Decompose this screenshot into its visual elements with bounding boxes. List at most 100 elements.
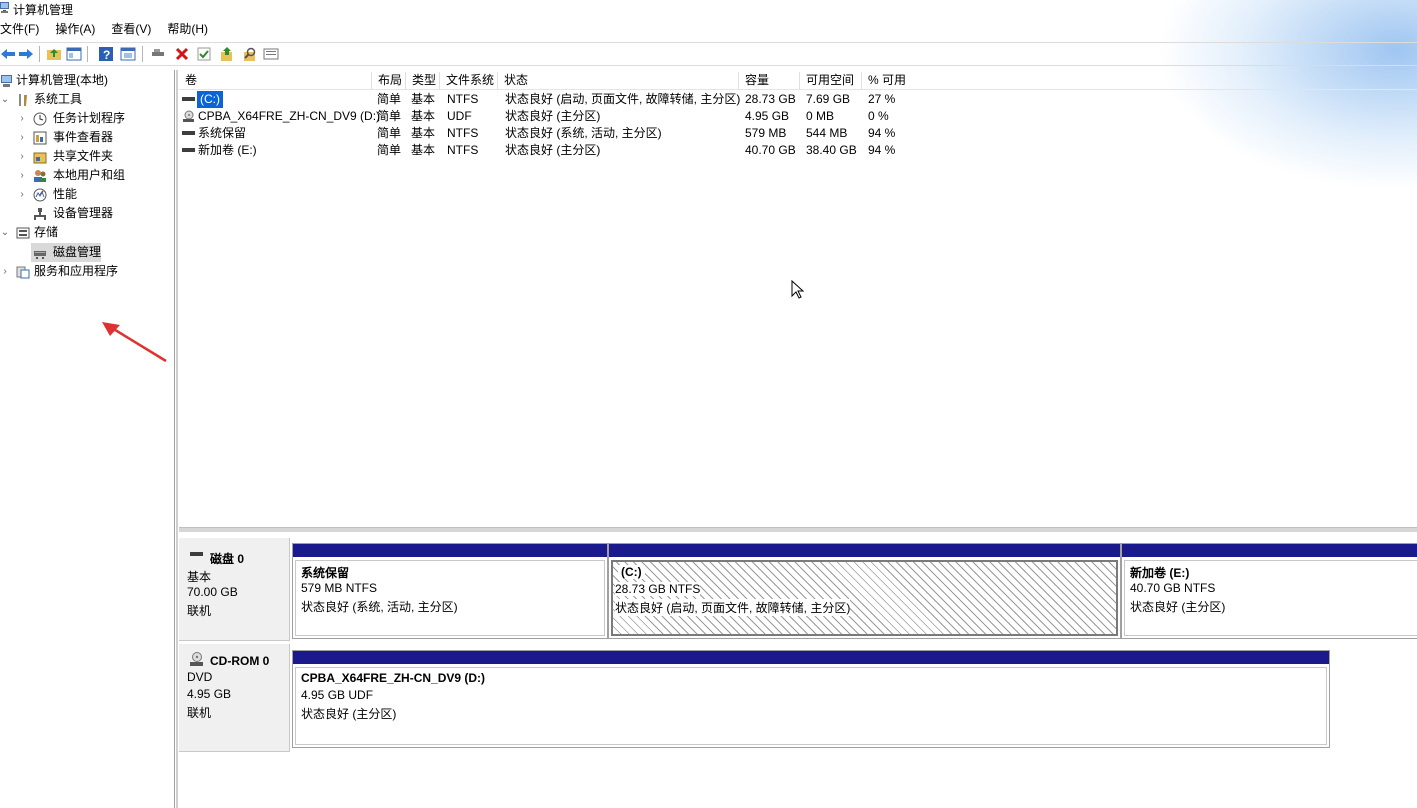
partition-name: CPBA_X64FRE_ZH-CN_DV9 (D:) <box>301 671 486 685</box>
volume-icon <box>182 131 195 135</box>
partition-c[interactable]: (C:) 28.73 GB NTFS 状态良好 (启动, 页面文件, 故障转储,… <box>608 543 1121 639</box>
cell-pct-free: 94 % <box>868 143 896 157</box>
mouse-cursor-icon <box>791 280 805 299</box>
system-tools-icon <box>19 94 27 106</box>
chevron-down-icon[interactable]: ⌄ <box>0 90 10 109</box>
partition-status: 状态良好 (主分区) <box>1130 600 1226 614</box>
chevron-right-icon[interactable]: › <box>17 147 27 166</box>
menu-help[interactable]: 帮助(H) <box>167 20 216 38</box>
toolbar-separator <box>142 46 143 62</box>
show-hide-tree-icon[interactable] <box>66 46 82 62</box>
services-apps-icon <box>16 266 30 279</box>
cell-capacity: 4.95 GB <box>745 109 790 123</box>
pane-divider[interactable] <box>176 70 178 808</box>
volume-icon <box>182 148 195 152</box>
disk-0-label[interactable]: 磁盘 0 基本 70.00 GB 联机 <box>179 538 290 641</box>
column-header-status[interactable]: 状态 <box>498 72 739 89</box>
partition-e[interactable]: 新加卷 (E:) 40.70 GB NTFS 状态良好 (主分区) <box>1121 543 1417 639</box>
cell-volume: (C:) <box>197 91 223 108</box>
table-row[interactable]: 系统保留 简单 基本 NTFS 状态良好 (系统, 活动, 主分区) 579 M… <box>179 125 1417 142</box>
cell-fs: UDF <box>447 109 472 123</box>
tree-label: 性能 <box>53 187 78 201</box>
cell-status: 状态良好 (主分区) <box>505 109 601 123</box>
properties-window-icon[interactable] <box>120 46 136 62</box>
partition-body: CPBA_X64FRE_ZH-CN_DV9 (D:) 4.95 GB UDF 状… <box>295 667 1327 745</box>
search-icon[interactable] <box>242 46 258 62</box>
cell-layout: 简单 <box>377 92 402 106</box>
up-folder-icon[interactable] <box>46 46 62 62</box>
disk-kind: 基本 <box>187 570 212 584</box>
toolbar-separator <box>87 46 88 62</box>
table-row[interactable]: CPBA_X64FRE_ZH-CN_DV9 (D:) 简单 基本 UDF 状态良… <box>179 108 1417 125</box>
partition-body: 系统保留 579 MB NTFS 状态良好 (系统, 活动, 主分区) <box>295 560 605 636</box>
storage-icon <box>16 227 30 239</box>
volume-icon <box>182 97 195 101</box>
column-header-layout[interactable]: 布局 <box>372 72 406 89</box>
tree-label: 共享文件夹 <box>53 149 114 163</box>
chevron-right-icon[interactable]: › <box>17 109 27 128</box>
list-view-icon[interactable] <box>263 46 279 62</box>
list-header: 卷 布局 类型 文件系统 状态 容量 可用空间 % 可用 <box>179 72 1417 90</box>
chevron-right-icon[interactable]: › <box>0 262 10 281</box>
navigation-tree: 计算机管理(本地) ⌄ 系统工具 › 任务计划程序 › 事件查看器 › 共享文件… <box>0 70 175 808</box>
cell-layout: 简单 <box>377 143 402 157</box>
event-viewer-icon <box>33 131 47 145</box>
shared-folder-icon <box>33 152 47 164</box>
column-header-type[interactable]: 类型 <box>406 72 440 89</box>
menu-view[interactable]: 查看(V) <box>111 20 159 38</box>
column-header-fs[interactable]: 文件系统 <box>440 72 498 89</box>
cell-status: 状态良好 (启动, 页面文件, 故障转储, 主分区) <box>505 92 741 106</box>
disk-title: 磁盘 0 <box>210 552 245 566</box>
column-header-volume[interactable]: 卷 <box>179 72 372 89</box>
cell-pct-free: 27 % <box>868 92 896 106</box>
disk-management-icon <box>34 251 46 259</box>
tree-label: 服务和应用程序 <box>34 264 119 278</box>
chevron-down-icon[interactable]: ⌄ <box>0 223 10 242</box>
cell-layout: 简单 <box>377 109 402 123</box>
export-icon[interactable] <box>219 46 235 62</box>
toolbar-separator <box>39 46 40 62</box>
chevron-right-icon[interactable]: › <box>17 185 27 204</box>
cell-type: 基本 <box>411 92 436 106</box>
chevron-right-icon[interactable]: › <box>17 128 27 147</box>
tree-label: 计算机管理(本地) <box>16 73 108 87</box>
delete-icon[interactable] <box>174 46 190 62</box>
computer-icon <box>1 75 12 87</box>
back-icon[interactable] <box>0 46 16 62</box>
cell-type: 基本 <box>411 126 436 140</box>
computer-management-icon <box>0 2 9 13</box>
column-header-pct-free[interactable]: % 可用 <box>862 72 922 89</box>
menu-file[interactable]: 文件(F) <box>0 20 47 38</box>
tree-item-disk-management[interactable]: 磁盘管理 <box>31 243 101 262</box>
disk-state: 联机 <box>187 604 212 618</box>
clock-icon <box>33 112 47 126</box>
cell-free: 38.40 GB <box>806 143 857 157</box>
column-header-free[interactable]: 可用空间 <box>800 72 862 89</box>
tree-label: 任务计划程序 <box>53 111 126 125</box>
table-row[interactable]: (C:) 简单 基本 NTFS 状态良好 (启动, 页面文件, 故障转储, 主分… <box>179 91 1417 108</box>
menu-action[interactable]: 操作(A) <box>55 20 103 38</box>
disk-size: 70.00 GB <box>187 585 238 599</box>
chevron-right-icon[interactable]: › <box>17 166 27 185</box>
partition-body: 新加卷 (E:) 40.70 GB NTFS 状态良好 (主分区) <box>1124 560 1417 636</box>
connect-drive-icon[interactable] <box>150 46 166 62</box>
partition-system-reserved[interactable]: 系统保留 579 MB NTFS 状态良好 (系统, 活动, 主分区) <box>292 543 608 639</box>
cell-layout: 简单 <box>377 126 402 140</box>
table-row[interactable]: 新加卷 (E:) 简单 基本 NTFS 状态良好 (主分区) 40.70 GB … <box>179 142 1417 159</box>
column-header-capacity[interactable]: 容量 <box>739 72 800 89</box>
tree-label: 设备管理器 <box>53 206 114 220</box>
cell-status: 状态良好 (系统, 活动, 主分区) <box>505 126 662 140</box>
title-bar: 计算机管理 <box>0 0 1417 18</box>
partition-status: 状态良好 (系统, 活动, 主分区) <box>301 600 458 614</box>
tree-label: 事件查看器 <box>53 130 114 144</box>
cell-fs: NTFS <box>447 126 479 140</box>
partition-d[interactable]: CPBA_X64FRE_ZH-CN_DV9 (D:) 4.95 GB UDF 状… <box>292 650 1330 748</box>
window-title: 计算机管理 <box>13 3 74 17</box>
help-icon[interactable]: ? <box>98 46 114 62</box>
tree-label: 磁盘管理 <box>53 245 102 259</box>
disk-icon <box>190 552 203 556</box>
forward-icon[interactable] <box>18 46 34 62</box>
partition-bar <box>1122 544 1417 557</box>
check-properties-icon[interactable] <box>196 46 212 62</box>
cdrom-0-label[interactable]: CD-ROM 0 DVD 4.95 GB 联机 <box>179 644 290 752</box>
